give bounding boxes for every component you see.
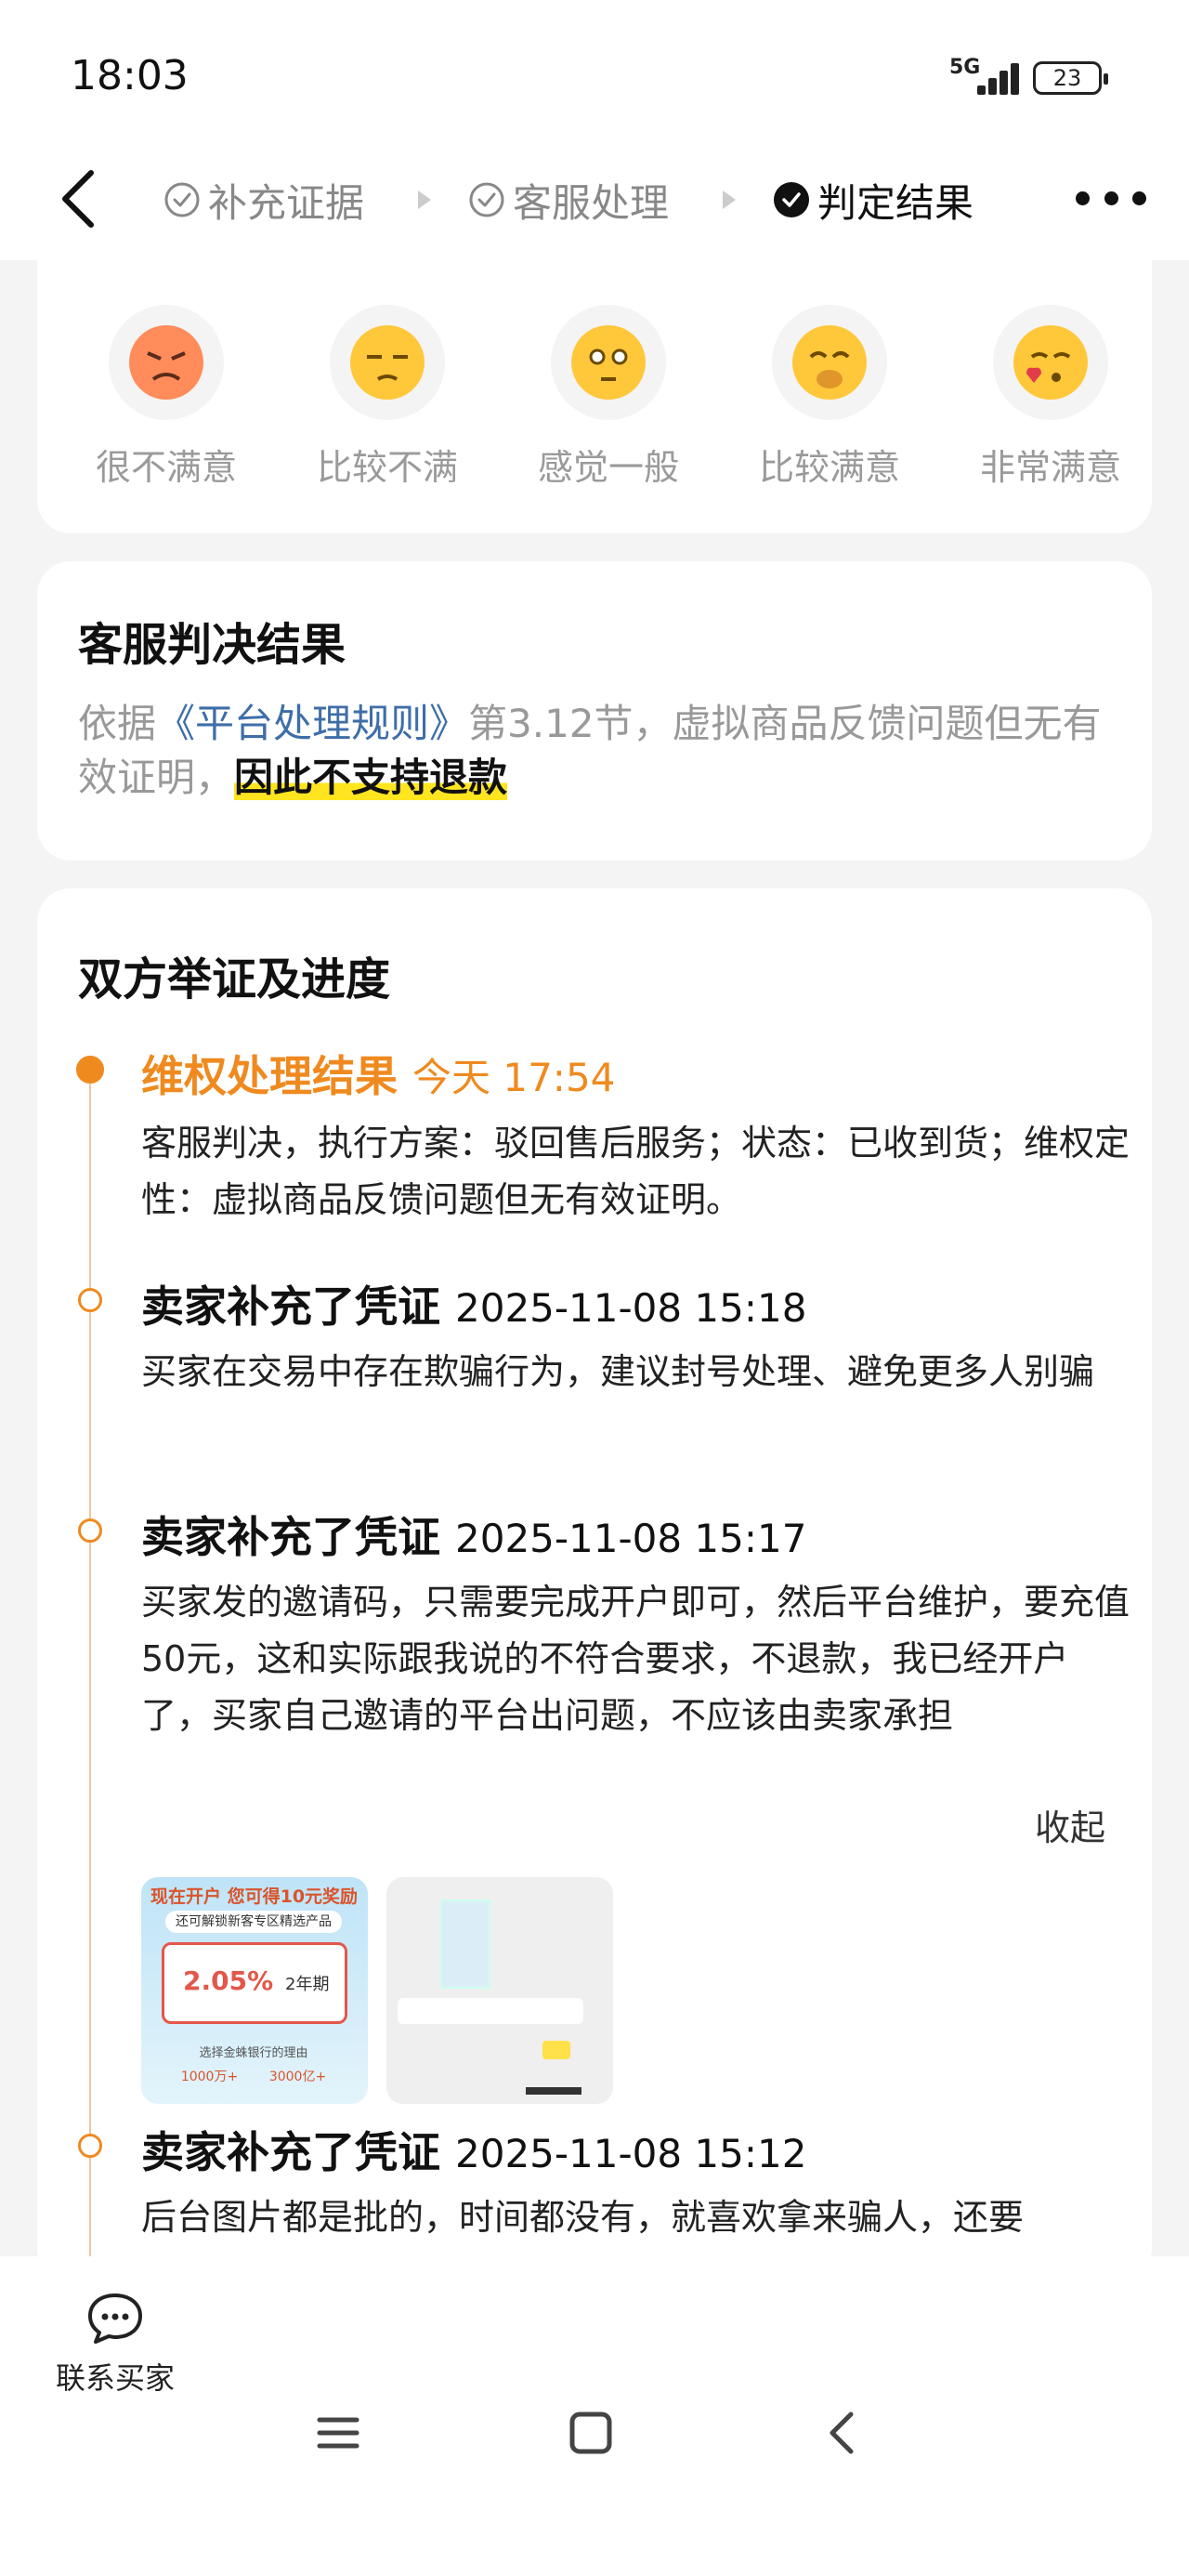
timeline-line [89, 1071, 91, 2279]
entry-title-text: 卖家补充了凭证 [141, 1281, 440, 1332]
entry-title-text: 维权处理结果 [141, 1051, 398, 1101]
step-label: 客服处理 [513, 179, 670, 226]
entry-time: 2025-11-08 15:18 [455, 1285, 807, 1331]
contact-buyer-button[interactable]: 联系买家 [46, 2290, 184, 2396]
collapse-button[interactable]: 收起 [1035, 1799, 1105, 1850]
chat-bubble-icon [88, 2293, 142, 2344]
thumb-subline: 还可解锁新客专区精选产品 [165, 1911, 342, 1933]
thumb-mini-screenshot [440, 1899, 490, 1989]
verdict-prefix: 依据 [78, 701, 157, 746]
thumb-footer: 选择金蛛银行的理由 [199, 2046, 308, 2060]
bottom-action-bar: 联系买家 [0, 2256, 1189, 2576]
progress-header: 补充证据 客服处理 判定结果 [0, 139, 1189, 260]
giggle-face-icon [792, 325, 867, 400]
platform-rules-link[interactable]: 《平台处理规则》 [156, 701, 468, 746]
rating-dissatisfied[interactable]: 比较不满 [308, 305, 466, 490]
thumb-rate-box: 2.05% 2年期 [162, 1942, 347, 2024]
rating-neutral[interactable]: 感觉一般 [529, 305, 687, 490]
more-options-icon[interactable] [1076, 184, 1146, 212]
rating-very-dissatisfied[interactable]: 很不满意 [87, 305, 245, 490]
timeline-entry-title: 维权处理结果 今天 17:54 [141, 1043, 615, 1104]
check-circle-icon [469, 182, 504, 217]
step-arrow-icon [418, 191, 432, 209]
thumb-number: 1000万+ [180, 2070, 239, 2084]
timeline-dot [78, 2134, 102, 2158]
contact-buyer-label: 联系买家 [55, 2360, 175, 2396]
timeline-entry-body: 买家在交易中存在欺骗行为，建议封号处理、避免更多人别骗 [141, 1351, 1095, 1392]
system-navigation-bar [0, 2405, 1189, 2517]
step-label: 补充证据 [208, 179, 365, 226]
check-circle-icon [164, 182, 200, 217]
neutral-face-icon [571, 325, 646, 400]
evidence-progress-card: 双方举证及进度 维权处理结果 今天 17:54 客服判决，执行方案：驳回售后服务；… [37, 888, 1152, 2282]
timeline-entry-title: 卖家补充了凭证 2025-11-08 15:12 [141, 2119, 806, 2180]
check-circle-filled-icon [774, 182, 810, 217]
entry-time: 今天 17:54 [412, 1055, 616, 1100]
step-supplement-evidence: 补充证据 [163, 172, 364, 229]
entry-time: 2025-11-08 15:17 [455, 1516, 807, 1561]
timeline-entry-body: 买家发的邀请码，只需要完成开户即可，然后平台维护，要充值50元，这和实际跟我说的… [141, 1582, 1130, 1736]
step-arrow-icon [723, 191, 737, 209]
rating-very-satisfied[interactable]: 非常满意 [972, 305, 1130, 490]
thumb-number: 3000亿+ [268, 2070, 327, 2084]
thumb-numbers: 1000万+ 3000亿+ [165, 2067, 342, 2085]
evidence-title: 双方举证及进度 [78, 953, 391, 1005]
unamused-face-icon [350, 325, 425, 400]
timeline-entry-body: 后台图片都是批的，时间都没有，就喜欢拿来骗人，还要 [141, 2197, 1025, 2238]
satisfaction-rating-card: 很不满意 比较不满 感觉一般 比较满意 非常满意 [37, 260, 1152, 533]
step-verdict-result: 判定结果 [773, 172, 973, 229]
verdict-card: 客服判决结果 依据《平台处理规则》第3.12节，虚拟商品反馈问题但无有效证明，因… [37, 561, 1152, 861]
step-service-handling: 客服处理 [468, 172, 669, 229]
signal-icon [972, 61, 1020, 95]
status-time: 18:03 [71, 52, 189, 99]
thumb-chat-line [398, 1998, 583, 2024]
timeline-entry-title: 卖家补充了凭证 2025-11-08 15:17 [141, 1504, 806, 1565]
evidence-image-thumbnail[interactable]: 现在开户 您可得10元奖励 还可解锁新客专区精选产品 2.05% 2年期 选择金… [141, 1877, 368, 2104]
step-indicator: 补充证据 客服处理 判定结果 [163, 167, 973, 232]
home-icon[interactable] [563, 2405, 619, 2461]
back-icon[interactable] [816, 2405, 871, 2461]
thumb-headline: 现在开户 您可得10元奖励 [150, 1886, 359, 1907]
back-arrow-icon[interactable] [52, 164, 108, 234]
kiss-face-icon [1013, 325, 1088, 400]
battery-icon: 23 [1033, 61, 1108, 95]
rating-satisfied[interactable]: 比较满意 [751, 305, 908, 490]
verdict-title: 客服判决结果 [78, 619, 346, 671]
thumb-reply-bubble: 好的 [542, 2041, 570, 2059]
angry-face-icon [129, 325, 203, 400]
step-label: 判定结果 [817, 179, 974, 226]
timeline-dot-current [76, 1056, 104, 1084]
thumb-bar [526, 2087, 581, 2095]
verdict-conclusion: 因此不支持退款 [234, 755, 508, 800]
timeline-dot [78, 1288, 102, 1312]
entry-title-text: 卖家补充了凭证 [141, 1512, 440, 1562]
entry-time: 2025-11-08 15:12 [455, 2131, 807, 2176]
timeline-dot [78, 1518, 102, 1543]
thumb-rate: 2.05% [183, 1965, 274, 1996]
thumb-term: 2年期 [285, 1975, 330, 1994]
menu-icon[interactable] [310, 2405, 366, 2461]
timeline-entry-body: 客服判决，执行方案：驳回售后服务；状态：已收到货；维权定性：虚拟商品反馈问题但无… [141, 1123, 1130, 1220]
timeline-entry-title: 卖家补充了凭证 2025-11-08 15:18 [141, 1273, 806, 1334]
status-bar: 18:03 5G 23 [0, 0, 1189, 139]
entry-title-text: 卖家补充了凭证 [141, 2127, 440, 2177]
evidence-image-thumbnail[interactable]: 好的 [386, 1877, 613, 2104]
verdict-text: 依据《平台处理规则》第3.12节，虚拟商品反馈问题但无有效证明，因此不支持退款 [78, 697, 1128, 805]
